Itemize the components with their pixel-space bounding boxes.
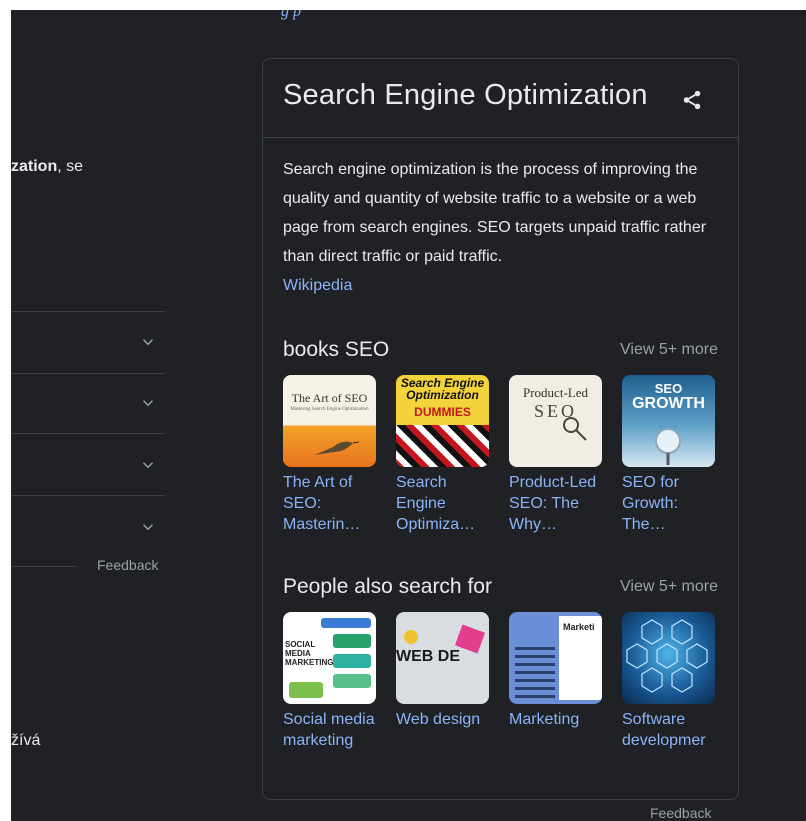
- book-card-product-led-seo[interactable]: Product-Led SEO Product-Led SEO: The Why…: [509, 375, 602, 535]
- chevron-down-icon[interactable]: [139, 333, 157, 351]
- related-card-web-design[interactable]: WEB DE Web design: [396, 612, 489, 730]
- cover-subtitle: DUMMIES: [414, 405, 471, 419]
- thumb-text: SOCIAL MEDIA MARKETING: [285, 640, 334, 667]
- hexagon-network-icon: [626, 619, 708, 693]
- feedback-divider: [11, 566, 77, 567]
- panel-title: Search Engine Optimization: [283, 79, 648, 111]
- book-cover-art-of-seo: The Art of SEO Mastering Search Engine O…: [283, 375, 376, 467]
- book-label: Search Engine Optimiza…: [396, 474, 476, 533]
- cover-title: SEO: [654, 381, 683, 396]
- book-cover-seo-for-growth: SEO GROWTH: [622, 375, 715, 467]
- wikipedia-link[interactable]: Wikipedia: [283, 271, 723, 300]
- book-label: SEO for Growth: The…: [622, 474, 679, 533]
- snippet-bold: zation: [11, 158, 58, 175]
- thumb-block: [333, 634, 371, 648]
- snippet-rest: , se: [57, 158, 84, 175]
- panel-feedback-link[interactable]: Feedback: [650, 805, 711, 821]
- related-label: Web design: [396, 711, 481, 728]
- accordion-separator: [11, 311, 165, 312]
- books-view-more[interactable]: View 5+ more: [620, 341, 718, 359]
- thumb-block: [404, 630, 418, 644]
- dark-canvas: g p zation, se Feedback žívá Search Engi…: [11, 10, 806, 821]
- chevron-down-icon[interactable]: [139, 518, 157, 536]
- book-cover-product-led-seo: Product-Led SEO: [509, 375, 602, 467]
- cover-pattern: [396, 425, 489, 467]
- panel-description: Search engine optimization is the proces…: [283, 155, 723, 300]
- thumb-marketing: Marketi: [509, 612, 602, 704]
- chevron-down-icon[interactable]: [139, 456, 157, 474]
- books-heading: books SEO: [283, 338, 390, 361]
- chevron-down-icon[interactable]: [139, 394, 157, 412]
- thumb-block: [333, 654, 371, 668]
- panel-header-divider: [263, 137, 738, 138]
- accordion-separator: [11, 495, 165, 496]
- thumb-block: [289, 682, 323, 698]
- description-text: Search engine optimization is the proces…: [283, 161, 707, 265]
- book-label: The Art of SEO: Masterin…: [283, 474, 361, 533]
- book-card-seo-for-dummies[interactable]: Search Engine Optimization DUMMIES Searc…: [396, 375, 489, 535]
- thumb-block: [515, 642, 555, 698]
- book-label: Product-Led SEO: The Why…: [509, 474, 597, 533]
- people-view-more[interactable]: View 5+ more: [620, 578, 718, 596]
- related-card-social-media-marketing[interactable]: SOCIAL MEDIA MARKETING Social media mark…: [283, 612, 376, 751]
- cover-title: Product-Led: [523, 385, 588, 400]
- book-cover-seo-for-dummies: Search Engine Optimization DUMMIES: [396, 375, 489, 467]
- accordion-separator: [11, 433, 165, 434]
- thumb-block: [333, 674, 371, 688]
- thumb-software-development: [622, 612, 715, 704]
- magnifier-icon: [563, 417, 587, 441]
- cover-title: The Art of SEO: [291, 391, 368, 405]
- thumb-block: [321, 618, 371, 628]
- cover-subtitle: Mastering Search Engine Optimization: [290, 407, 369, 412]
- people-heading: People also search for: [283, 575, 492, 598]
- related-label: Software developmer: [622, 711, 706, 749]
- top-fragment-text: g p: [281, 10, 301, 20]
- book-card-seo-for-growth[interactable]: SEO GROWTH SEO for Growth: The…: [622, 375, 715, 535]
- related-label: Marketing: [509, 711, 580, 728]
- feedback-link[interactable]: Feedback: [97, 557, 158, 573]
- thumb-social-media-marketing: SOCIAL MEDIA MARKETING: [283, 612, 376, 704]
- thumb-web-design: WEB DE: [396, 612, 489, 704]
- thumb-text: Marketi: [563, 622, 595, 632]
- book-card-art-of-seo[interactable]: The Art of SEO Mastering Search Engine O…: [283, 375, 376, 535]
- left-snippet: zation, se: [11, 158, 83, 176]
- hummingbird-icon: [315, 441, 359, 455]
- left-bottom-text: žívá: [11, 732, 41, 749]
- cover-subtitle: GROWTH: [632, 395, 705, 412]
- magnifier-icon: [655, 428, 681, 465]
- related-card-software-development[interactable]: Software developmer: [622, 612, 715, 751]
- knowledge-panel: Search Engine Optimization Search engine…: [262, 58, 739, 800]
- related-card-marketing[interactable]: Marketi Marketing: [509, 612, 602, 730]
- cover-title: Search Engine Optimization: [400, 376, 485, 402]
- related-label: Social media marketing: [283, 711, 375, 749]
- accordion-separator: [11, 373, 165, 374]
- share-icon[interactable]: [681, 89, 703, 111]
